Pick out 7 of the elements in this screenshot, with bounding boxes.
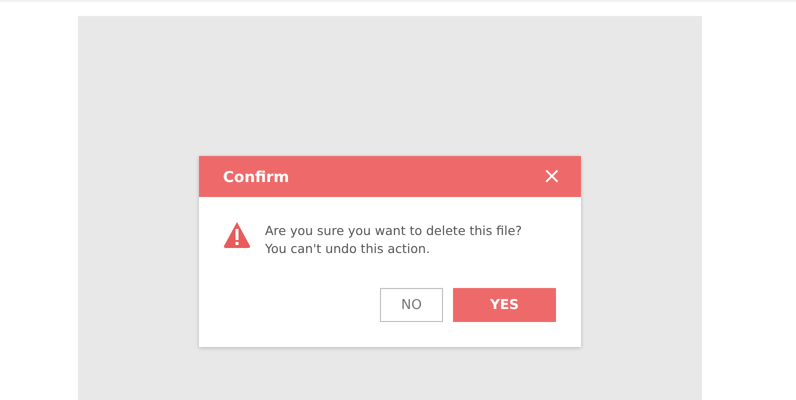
close-button[interactable]: × bbox=[542, 166, 561, 188]
message-text: You can't undo this action. bbox=[265, 241, 431, 257]
warning-icon bbox=[223, 221, 251, 248]
message-text: Are you sure you want to delete this file? bbox=[265, 223, 522, 239]
no-button[interactable]: NO bbox=[380, 288, 443, 322]
dialog-title: Confirm bbox=[223, 168, 290, 186]
yes-button[interactable]: YES bbox=[453, 288, 556, 322]
